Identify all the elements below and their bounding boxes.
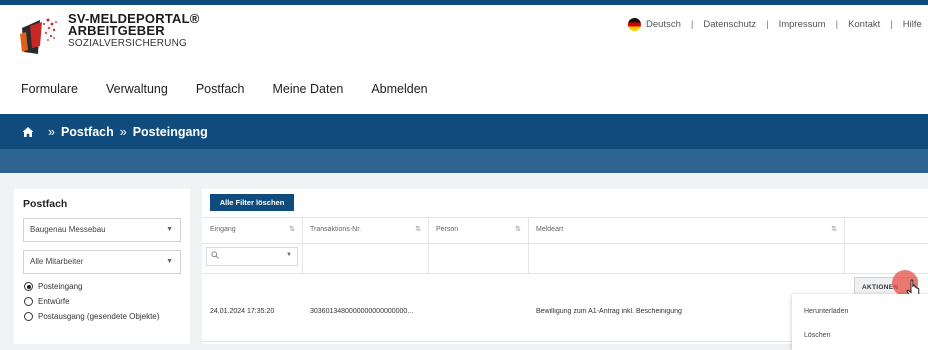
breadcrumb: » Postfach » Posteingang <box>0 114 928 149</box>
menu-item-herunterladen[interactable]: Herunterladen <box>804 308 848 315</box>
link-datenschutz[interactable]: Datenschutz <box>703 19 756 30</box>
sidebar-title: Postfach <box>23 198 68 210</box>
row-meldeart: Bewilligung zum A1-Antrag inkl. Beschein… <box>536 308 682 315</box>
brand-line-2: ARBEITGEBER <box>68 23 165 38</box>
breadcrumb-postfach[interactable]: Postfach <box>61 125 114 139</box>
breadcrumb-posteingang: Posteingang <box>132 124 208 139</box>
top-strip <box>0 0 928 5</box>
column-header-label: Person <box>436 226 459 233</box>
nav-verwaltung[interactable]: Verwaltung <box>106 82 168 96</box>
radio-postausgang[interactable]: Postausgang (gesendete Objekte) <box>24 312 159 321</box>
sort-icon[interactable]: ⇅ <box>515 217 521 243</box>
chevron-down-icon: ▼ <box>166 258 173 265</box>
row-eingang: 24.01.2024 17:35:20 <box>210 308 275 315</box>
sort-icon[interactable]: ⇅ <box>289 217 295 243</box>
breadcrumb-separator: » <box>119 124 127 139</box>
radio-label: Entwürfe <box>38 297 70 306</box>
top-links: Deutsch | Datenschutz | Impressum | Kont… <box>628 18 922 31</box>
clear-filters-button[interactable]: Alle Filter löschen <box>210 194 294 211</box>
sub-band <box>0 149 928 173</box>
radio-checked-icon[interactable] <box>24 282 33 291</box>
german-flag-icon <box>628 18 641 31</box>
menu-item-loeschen[interactable]: Löschen <box>804 332 830 339</box>
column-header-label: Meldeart <box>536 226 564 233</box>
company-select[interactable]: Baugenau Messebau ▼ <box>23 218 181 242</box>
sv-logo-icon <box>20 18 57 54</box>
nav-meine-daten[interactable]: Meine Daten <box>272 82 343 96</box>
link-hilfe[interactable]: Hilfe <box>903 19 922 30</box>
column-header-person[interactable]: Person ⇅ <box>428 217 528 243</box>
link-kontakt[interactable]: Kontakt <box>848 19 880 30</box>
search-icon <box>211 251 219 261</box>
column-header-transaktion[interactable]: Transaktions-Nr. ⇅ <box>302 217 428 243</box>
actions-dropdown: Herunterladen Löschen <box>792 294 928 350</box>
link-impressum[interactable]: Impressum <box>779 19 826 30</box>
company-select-value: Baugenau Messebau <box>30 225 106 234</box>
main-nav: Formulare Verwaltung Postfach Meine Date… <box>21 82 456 96</box>
sort-icon[interactable]: ⇅ <box>415 217 421 243</box>
brand: SV-MELDEPORTAL® ARBEITGEBER SOZIALVERSIC… <box>68 12 200 50</box>
employee-select-value: Alle Mitarbeiter <box>30 257 84 266</box>
column-header-eingang[interactable]: Eingang ⇅ <box>202 217 302 243</box>
employee-select[interactable]: Alle Mitarbeiter ▼ <box>23 250 181 274</box>
radio-posteingang[interactable]: Posteingang <box>24 282 82 291</box>
nav-formulare[interactable]: Formulare <box>21 82 78 96</box>
brand-line-3: SOZIALVERSICHERUNG <box>68 38 187 49</box>
breadcrumb-separator: » <box>48 124 55 139</box>
radio-unchecked-icon[interactable] <box>24 297 33 306</box>
radio-unchecked-icon[interactable] <box>24 312 33 321</box>
chevron-down-icon: ▼ <box>166 226 173 233</box>
nav-abmelden[interactable]: Abmelden <box>371 82 427 96</box>
column-header-meldeart[interactable]: Meldeart ⇅ <box>528 217 844 243</box>
postfach-sidebar: Postfach Baugenau Messebau ▼ Alle Mitarb… <box>14 189 190 344</box>
nav-postfach[interactable]: Postfach <box>196 82 245 96</box>
radio-entwuerfe[interactable]: Entwürfe <box>24 297 70 306</box>
radio-label: Posteingang <box>38 282 83 291</box>
column-header-label: Eingang <box>210 226 236 233</box>
eingang-filter-input[interactable]: ▼ <box>206 247 298 266</box>
sort-icon[interactable]: ⇅ <box>831 217 837 243</box>
chevron-down-icon: ▼ <box>286 252 292 258</box>
link-language[interactable]: Deutsch <box>646 19 681 30</box>
home-icon[interactable] <box>22 126 34 138</box>
radio-label: Postausgang (gesendete Objekte) <box>38 312 160 321</box>
row-transaktion: 3036013480000000000000000... <box>310 308 414 315</box>
column-header-label: Transaktions-Nr. <box>310 226 362 233</box>
